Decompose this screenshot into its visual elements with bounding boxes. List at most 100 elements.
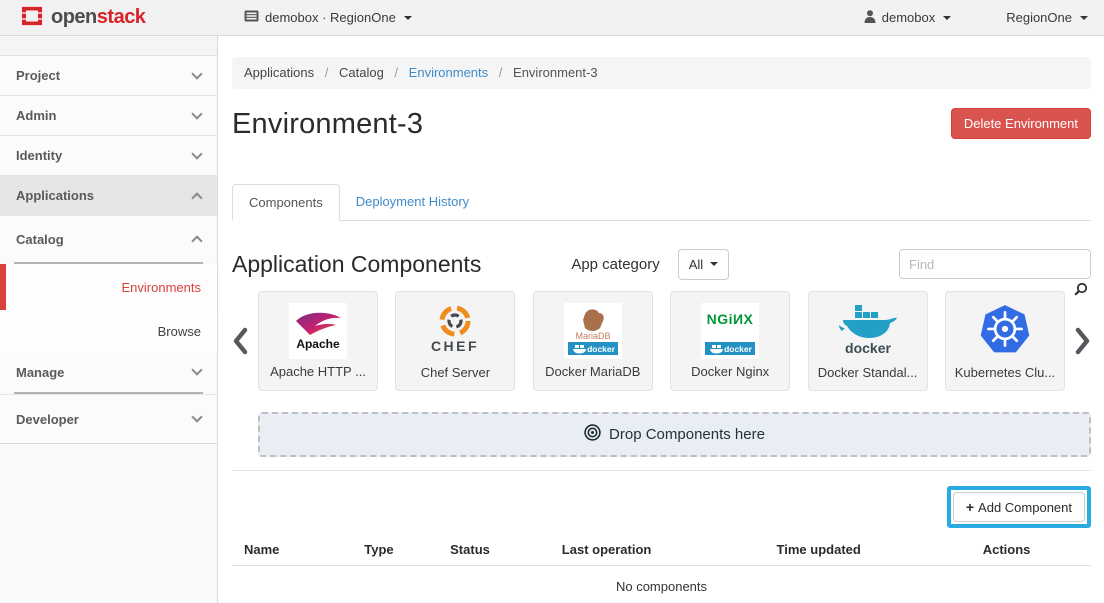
app-card-docker-nginx[interactable]: NGiИX docker Docker Nginx	[670, 291, 790, 391]
components-table: Name Type Status Last operation Time upd…	[232, 534, 1091, 603]
empty-table-row: No components	[232, 566, 1091, 603]
apache-logo-icon: Apache	[289, 303, 347, 359]
app-card-docker-standalone[interactable]: docker Docker Standal...	[808, 291, 928, 391]
sidebar-item-browse[interactable]: Browse	[0, 310, 217, 352]
svg-text:CHEF: CHEF	[431, 338, 479, 354]
sidebar-item-applications[interactable]: Applications	[0, 176, 217, 216]
column-header-time-updated: Time updated	[765, 534, 971, 566]
empty-message: No components	[232, 566, 1091, 603]
app-category-dropdown[interactable]: All	[678, 249, 729, 280]
domain-icon	[244, 10, 259, 25]
user-icon	[864, 10, 876, 26]
app-card-apache[interactable]: Apache Apache HTTP ...	[258, 291, 378, 391]
page-title: Environment-3	[232, 108, 423, 141]
docker-logo-icon: docker	[837, 303, 899, 360]
add-component-button[interactable]: +Add Component	[953, 492, 1085, 522]
sidebar-item-label: Identity	[16, 148, 62, 163]
breadcrumb-separator: /	[325, 65, 329, 80]
sidebar-item-label: Browse	[158, 324, 201, 339]
top-navbar: openstack demobox · RegionOne demobox	[0, 0, 1104, 36]
chevron-down-icon	[943, 16, 951, 20]
svg-text:docker: docker	[845, 340, 891, 356]
delete-environment-button[interactable]: Delete Environment	[951, 108, 1091, 139]
mariadb-docker-logo-icon: MariaDB docker	[564, 303, 622, 359]
svg-text:Apache: Apache	[296, 337, 340, 351]
search-icon[interactable]	[1074, 282, 1088, 299]
search-container	[899, 249, 1091, 279]
search-input[interactable]	[899, 249, 1091, 279]
carousel-next-button[interactable]	[1075, 326, 1091, 356]
chef-logo-icon: CHEF	[429, 303, 481, 360]
kubernetes-logo-icon	[977, 303, 1033, 360]
chevron-down-icon	[191, 364, 202, 375]
sidebar-item-project[interactable]: Project	[0, 56, 217, 96]
sidebar-item-label: Environments	[122, 280, 201, 295]
chevron-down-icon	[710, 262, 718, 266]
plus-icon: +	[966, 499, 974, 515]
sidebar-item-label: Catalog	[16, 232, 64, 247]
sidebar-item-admin[interactable]: Admin	[0, 96, 217, 136]
user-menu[interactable]: demobox	[864, 10, 951, 26]
project-region-switcher[interactable]: demobox · RegionOne	[244, 10, 412, 25]
section-divider	[232, 470, 1091, 471]
app-card-label: Apache HTTP ...	[270, 364, 366, 379]
sidebar-item-label: Manage	[16, 365, 64, 380]
column-header-last-operation: Last operation	[550, 534, 765, 566]
column-header-status: Status	[438, 534, 550, 566]
app-card-chef-server[interactable]: CHEF Chef Server	[395, 291, 515, 391]
sidebar-item-developer[interactable]: Developer	[0, 394, 217, 444]
user-name: demobox	[882, 10, 935, 25]
app-category-label: App category	[571, 256, 659, 273]
components-carousel: Apache Apache HTTP ... CHEF Chef Server	[232, 291, 1091, 391]
tab-bar: Components Deployment History	[232, 184, 1091, 221]
column-header-type: Type	[352, 534, 438, 566]
sidebar-item-catalog[interactable]: Catalog	[0, 216, 217, 262]
breadcrumb-catalog: Catalog	[339, 65, 384, 80]
app-card-label: Docker Standal...	[818, 365, 918, 380]
app-card-label: Docker Nginx	[691, 364, 769, 379]
svg-text:NGiИX: NGiИX	[707, 311, 754, 327]
breadcrumb-environments-link[interactable]: Environments	[409, 65, 488, 80]
sidebar-item-environments[interactable]: Environments	[0, 264, 217, 310]
tab-components[interactable]: Components	[232, 184, 340, 221]
sidebar-item-label: Project	[16, 68, 60, 83]
chevron-down-icon	[191, 411, 202, 422]
app-card-docker-mariadb[interactable]: MariaDB docker Docker MariaDB	[533, 291, 653, 391]
column-header-actions: Actions	[971, 534, 1091, 566]
app-card-label: Chef Server	[421, 365, 490, 380]
openstack-logo[interactable]: openstack	[0, 5, 218, 30]
drop-components-zone[interactable]: Drop Components here	[258, 412, 1091, 457]
sidebar-item-identity[interactable]: Identity	[0, 136, 217, 176]
sidebar-item-label: Admin	[16, 108, 56, 123]
nginx-docker-logo-icon: NGiИX docker	[701, 303, 759, 359]
sidebar-item-label: Applications	[16, 188, 94, 203]
chevron-up-icon	[191, 235, 202, 246]
app-card-label: Docker MariaDB	[545, 364, 640, 379]
region-menu[interactable]: RegionOne	[1006, 10, 1088, 25]
sidebar-item-manage[interactable]: Manage	[0, 352, 217, 392]
carousel-prev-button[interactable]	[232, 326, 248, 356]
openstack-cube-icon	[20, 5, 44, 30]
breadcrumb: Applications / Catalog / Environments / …	[232, 57, 1091, 89]
application-components-heading: Application Components	[232, 251, 481, 278]
sidebar: Project Admin Identity Applications Cata…	[0, 36, 218, 603]
main-content: Applications / Catalog / Environments / …	[219, 36, 1104, 603]
context-label: demobox · RegionOne	[265, 10, 396, 25]
chevron-down-icon	[404, 16, 412, 20]
svg-text:docker: docker	[587, 344, 616, 354]
breadcrumb-current: Environment-3	[513, 65, 598, 80]
dropzone-label: Drop Components here	[609, 426, 765, 443]
sidebar-item-label: Developer	[16, 412, 79, 427]
svg-text:docker: docker	[724, 344, 753, 354]
app-card-kubernetes[interactable]: Kubernetes Clu...	[945, 291, 1065, 391]
breadcrumb-separator: /	[394, 65, 398, 80]
region-name: RegionOne	[1006, 10, 1072, 25]
app-card-label: Kubernetes Clu...	[955, 365, 1055, 380]
openstack-wordmark: openstack	[51, 6, 145, 29]
bullseye-icon	[584, 424, 601, 445]
chevron-down-icon	[191, 68, 202, 79]
breadcrumb-applications: Applications	[244, 65, 314, 80]
column-header-name: Name	[232, 534, 352, 566]
chevron-down-icon	[1080, 16, 1088, 20]
tab-deployment-history[interactable]: Deployment History	[340, 184, 485, 220]
